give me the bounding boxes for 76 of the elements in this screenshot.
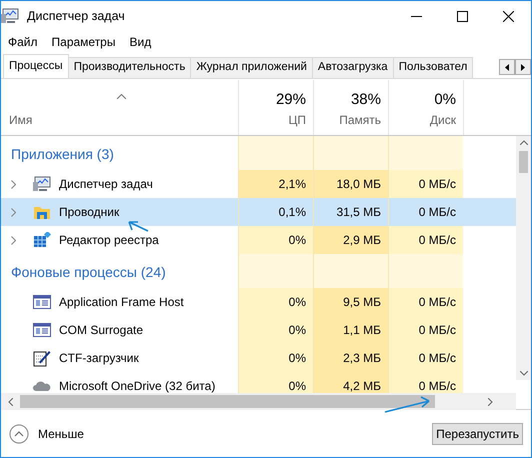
cloud-icon	[33, 380, 51, 392]
usage-cell: 1,1 МБ	[313, 316, 388, 344]
usage-cell: 2,1%	[238, 170, 313, 198]
tab[interactable]: Автозагрузка	[312, 57, 394, 78]
scrollbar-thumb[interactable]	[20, 395, 435, 408]
tab[interactable]: Журнал приложений	[191, 57, 313, 78]
usage-percent: 38%	[350, 92, 381, 107]
notepad-pen-icon	[33, 349, 51, 367]
usage-cell: 2,9 МБ	[313, 226, 388, 254]
column-header[interactable]: Имя	[1, 80, 238, 135]
process-name: CTF-загрузчик	[59, 350, 139, 367]
usage-cell: 2,3 МБ	[313, 344, 388, 372]
fewer-details-button[interactable]: Меньше	[9, 424, 84, 444]
restart-button[interactable]: Перезапустить	[432, 422, 523, 444]
usage-cell: 0 МБ/с	[388, 288, 463, 316]
expand-chevron-icon[interactable]	[11, 180, 16, 188]
usage-cell: 0 МБ/с	[388, 170, 463, 198]
tab[interactable]: Пользовател	[394, 57, 474, 78]
column-header[interactable]: 38% Память	[313, 80, 388, 135]
tab[interactable]: Процессы	[3, 54, 69, 78]
process-name: Application Frame Host	[59, 294, 184, 311]
process-row[interactable]: Диспетчер задач 2,1% 18,0 МБ 0 МБ/с	[1, 170, 516, 198]
annotation-arrow	[126, 219, 150, 233]
vertical-scrollbar[interactable]	[516, 136, 531, 380]
annotation-arrow	[384, 396, 432, 414]
grid-icon	[33, 232, 51, 248]
expand-chevron-icon[interactable]	[11, 208, 16, 216]
right-arrow-icon	[521, 64, 525, 70]
monitor-icon	[1, 8, 19, 24]
process-name: Редактор реестра	[59, 232, 159, 249]
menu-item[interactable]: Параметры	[52, 33, 116, 51]
process-name: Диспетчер задач	[59, 176, 153, 193]
collapse-chevron-icon	[9, 424, 29, 444]
usage-cell: 18,0 МБ	[313, 170, 388, 198]
usage-percent: 29%	[276, 92, 306, 107]
usage-cell: 9,5 МБ	[313, 288, 388, 316]
window-icon	[33, 295, 51, 309]
usage-cell: 0%	[238, 344, 313, 372]
menu-item[interactable]: Файл	[8, 33, 38, 51]
tab[interactable]: Производительность	[68, 57, 192, 78]
sort-caret-icon	[117, 94, 126, 99]
process-name: Проводник	[59, 204, 120, 221]
window-title: Диспетчер задач	[27, 8, 125, 25]
column-header[interactable]: 0% Диск	[388, 80, 463, 135]
menu-item[interactable]: Вид	[129, 33, 152, 51]
column-label: Память	[339, 112, 381, 129]
column-label: ЦП	[288, 112, 306, 129]
horizontal-scrollbar[interactable]	[1, 393, 516, 410]
monitor-icon	[33, 176, 51, 192]
process-row[interactable]: Редактор реестра 0% 2,9 МБ 0 МБ/с	[1, 226, 516, 254]
scroll-left-button[interactable]	[499, 59, 515, 75]
folder-icon	[33, 204, 51, 220]
process-name: Microsoft OneDrive (32 бита)	[59, 378, 216, 395]
column-label: Диск	[430, 112, 456, 129]
maximize-icon	[456, 10, 468, 22]
process-row[interactable]: Проводник 0,1% 31,5 МБ 0 МБ/с	[1, 198, 516, 226]
usage-cell: 0%	[238, 288, 313, 316]
usage-cell: 0%	[238, 226, 313, 254]
process-row[interactable]: Application Frame Host 0% 9,5 МБ 0 МБ/с	[1, 288, 516, 316]
usage-percent: 0%	[434, 92, 456, 107]
window-icon	[33, 323, 51, 337]
close-icon	[502, 10, 514, 22]
usage-cell: 0 МБ/с	[388, 226, 463, 254]
column-header[interactable]: 29% ЦП	[238, 80, 313, 135]
expand-chevron-icon[interactable]	[11, 236, 16, 244]
group-heading: Приложения (3)	[11, 145, 114, 164]
process-row[interactable]: COM Surrogate 0% 1,1 МБ 0 МБ/с	[1, 316, 516, 344]
scrollbar-thumb[interactable]	[519, 151, 528, 173]
usage-cell: 0%	[238, 316, 313, 344]
left-arrow-icon	[505, 64, 509, 70]
usage-cell: 0 МБ/с	[388, 316, 463, 344]
process-name: COM Surrogate	[59, 322, 144, 339]
scroll-right-button[interactable]	[515, 59, 531, 75]
process-row[interactable]: CTF-загрузчик 0% 2,3 МБ 0 МБ/с	[1, 344, 516, 372]
usage-cell: 0 МБ/с	[388, 344, 463, 372]
group-heading: Фоновые процессы (24)	[11, 263, 166, 282]
